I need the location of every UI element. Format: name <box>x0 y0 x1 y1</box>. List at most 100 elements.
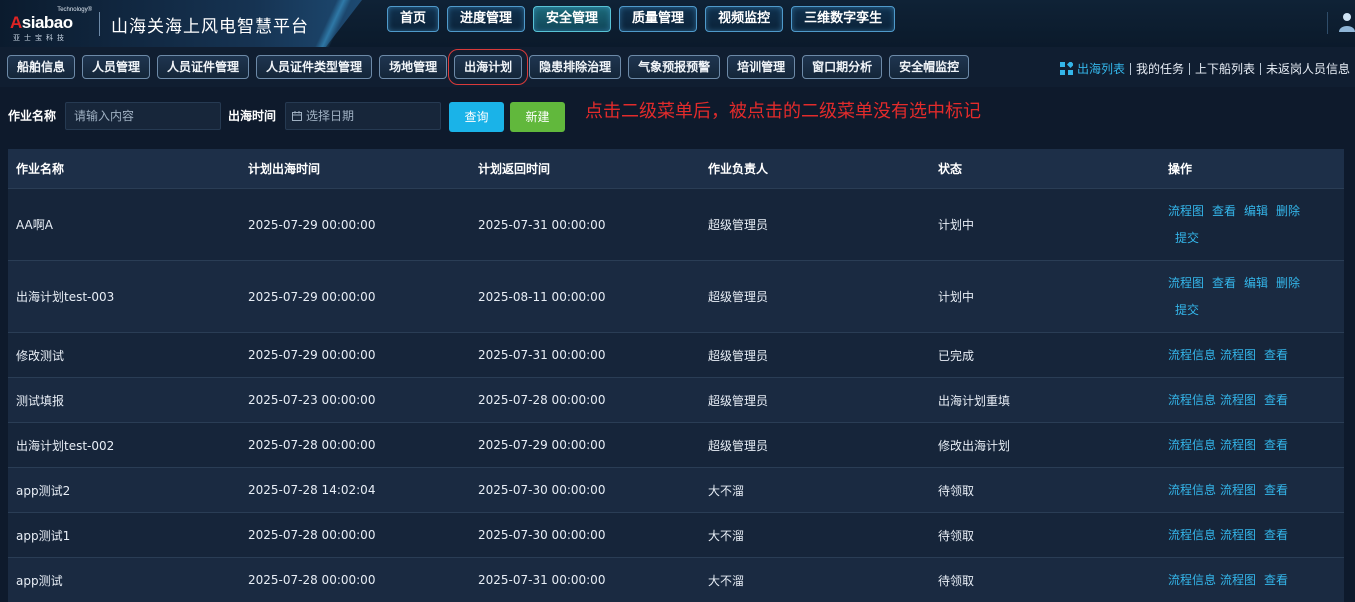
cell-owner: 超级管理员 <box>708 218 769 232</box>
action-link[interactable]: 查看 <box>1264 567 1288 594</box>
cell-owner: 超级管理员 <box>708 393 769 408</box>
action-links: 流程信息 流程图 查看 <box>1168 342 1344 369</box>
action-link[interactable]: 查看 <box>1264 387 1288 414</box>
calendar-icon <box>292 104 302 130</box>
sub-nav-personnel[interactable]: 人员管理 <box>82 55 151 79</box>
action-link[interactable]: 查看 <box>1212 270 1236 297</box>
action-link[interactable]: 编辑 <box>1244 198 1268 225</box>
quick-link-boarding-list[interactable]: 上下船列表 <box>1190 60 1260 77</box>
action-links: 流程信息 流程图 查看 <box>1168 567 1344 594</box>
table-row: app测试2 2025-07-28 14:02:04 2025-07-30 00:0… <box>8 467 1344 512</box>
sub-nav-ship-info[interactable]: 船舶信息 <box>7 55 76 79</box>
cell-back: 2025-07-30 00:00:00 <box>478 528 606 542</box>
column-header: 计划返回时间 <box>478 162 551 176</box>
sub-nav-hazards[interactable]: 隐患排除治理 <box>529 55 622 79</box>
action-links: 流程信息 流程图 查看 <box>1168 522 1344 549</box>
action-link[interactable]: 流程图 <box>1220 477 1256 504</box>
user-icon[interactable] <box>1336 11 1355 33</box>
quick-link-my-tasks[interactable]: 我的任务 <box>1131 60 1189 77</box>
action-link[interactable]: 流程图 <box>1168 270 1204 297</box>
action-link[interactable]: 查看 <box>1264 477 1288 504</box>
main-nav-quality[interactable]: 质量管理 <box>619 6 698 32</box>
cell-out: 2025-07-29 00:00:00 <box>248 348 376 362</box>
cell-owner: 大不溜 <box>708 573 745 588</box>
action-link[interactable]: 查看 <box>1264 522 1288 549</box>
action-link[interactable]: 流程图 <box>1168 198 1204 225</box>
add-button[interactable]: 新建 <box>510 102 565 132</box>
action-link[interactable]: 流程信息 <box>1168 342 1216 369</box>
sub-nav-weather[interactable]: 气象预报预警 <box>628 55 721 79</box>
logo: Technology® Asiabao 亚士宝科技 <box>10 7 94 42</box>
action-link[interactable]: 流程信息 <box>1168 567 1216 594</box>
action-link[interactable]: 提交 <box>1175 225 1199 252</box>
sea-plan-table: 作业名称 计划出海时间 计划返回时间 作业负责人 状态 操作 AA啊A 2025-… <box>8 149 1344 602</box>
column-header: 作业负责人 <box>708 162 769 176</box>
action-link[interactable]: 查看 <box>1264 342 1288 369</box>
cell-out: 2025-07-29 00:00:00 <box>248 289 376 304</box>
cell-out: 2025-07-28 14:02:04 <box>248 483 376 497</box>
cell-back: 2025-07-31 00:00:00 <box>478 217 606 232</box>
quick-link-unreturned[interactable]: 未返岗人员信息 <box>1261 60 1355 77</box>
action-link[interactable]: 删除 <box>1276 198 1300 225</box>
table-row: 出海计划test-002 2025-07-28 00:00:00 2025-07-2… <box>8 422 1344 467</box>
main-nav-safety[interactable]: 安全管理 <box>533 6 612 32</box>
brand-divider <box>99 12 100 36</box>
sub-nav-training[interactable]: 培训管理 <box>727 55 796 79</box>
cell-back: 2025-08-11 00:00:00 <box>478 289 606 304</box>
job-name-input[interactable]: 请输入内容 <box>65 102 221 130</box>
action-link[interactable]: 查看 <box>1212 198 1236 225</box>
action-link[interactable]: 流程信息 <box>1168 522 1216 549</box>
cell-owner: 大不溜 <box>708 483 745 498</box>
quick-link-sea-list[interactable]: 出海列表 <box>1073 60 1130 77</box>
cell-actions: 流程信息 流程图 查看 <box>1160 522 1344 549</box>
cell-name: app测试1 <box>16 528 71 543</box>
action-link[interactable]: 查看 <box>1264 432 1288 459</box>
sub-nav-window-analysis[interactable]: 窗口期分析 <box>802 55 883 79</box>
action-link[interactable]: 流程图 <box>1220 342 1256 369</box>
sub-nav-certificates[interactable]: 人员证件管理 <box>157 55 250 79</box>
sub-nav-certificate-types[interactable]: 人员证件类型管理 <box>256 55 373 79</box>
sub-nav-sites[interactable]: 场地管理 <box>379 55 448 79</box>
main-nav-home[interactable]: 首页 <box>387 6 440 32</box>
table-row: app测试1 2025-07-28 00:00:00 2025-07-30 00:0… <box>8 512 1344 557</box>
action-link[interactable]: 流程信息 <box>1168 432 1216 459</box>
cell-owner: 超级管理员 <box>708 290 769 304</box>
sub-nav-helmet-monitor[interactable]: 安全帽监控 <box>889 55 970 79</box>
cell-name: 出海计划test-003 <box>16 290 115 304</box>
cell-name: 出海计划test-002 <box>16 438 115 453</box>
table-row: 修改测试 2025-07-29 00:00:00 2025-07-31 00:00:… <box>8 332 1344 377</box>
table-row: AA啊A 2025-07-29 00:00:00 2025-07-31 00:00:… <box>8 188 1344 260</box>
action-link[interactable]: 提交 <box>1175 297 1199 324</box>
quick-links: 出海列表 我的任务 上下船列表 未返岗人员信息 <box>1059 60 1355 77</box>
sea-time-label: 出海时间 <box>228 109 277 123</box>
cell-status: 待领取 <box>938 483 975 498</box>
action-link[interactable]: 流程信息 <box>1168 387 1216 414</box>
logo-mark: Asiabao <box>10 13 73 32</box>
action-link[interactable]: 流程信息 <box>1168 477 1216 504</box>
action-link[interactable]: 流程图 <box>1220 387 1256 414</box>
main-nav-digital-twin[interactable]: 三维数字孪生 <box>791 6 896 32</box>
main-nav-progress[interactable]: 进度管理 <box>447 6 526 32</box>
action-link[interactable]: 编辑 <box>1244 270 1268 297</box>
action-link[interactable]: 流程图 <box>1220 567 1256 594</box>
app-title: 山海关海上风电智慧平台 <box>111 17 309 37</box>
cell-out: 2025-07-28 00:00:00 <box>248 573 376 587</box>
action-link[interactable]: 流程图 <box>1220 522 1256 549</box>
cell-status: 待领取 <box>938 528 975 543</box>
filter-bar: 作业名称 请输入内容 出海时间 选择日期 查询 新建 点击二级菜单后，被点击的二… <box>0 94 1355 138</box>
query-button[interactable]: 查询 <box>449 102 504 132</box>
cell-out: 2025-07-23 00:00:00 <box>248 393 376 407</box>
sub-nav-sea-plan[interactable]: 出海计划 <box>448 49 529 85</box>
main-nav-video[interactable]: 视频监控 <box>705 6 784 32</box>
sub-menu-bar: 船舶信息 人员管理 人员证件管理 人员证件类型管理 场地管理 出海计划 隐患排除… <box>0 47 1355 87</box>
cell-back: 2025-07-31 00:00:00 <box>478 348 606 362</box>
cell-owner: 超级管理员 <box>708 438 769 453</box>
annotation-text: 点击二级菜单后，被点击的二级菜单没有选中标记 <box>585 101 981 122</box>
date-picker[interactable]: 选择日期 <box>285 102 441 130</box>
logo-subtitle: 亚士宝科技 <box>13 34 68 42</box>
cell-actions: 流程图 查看 编辑 删除提交 <box>1160 270 1344 324</box>
cell-status: 已完成 <box>938 348 975 363</box>
action-link[interactable]: 删除 <box>1276 270 1300 297</box>
action-link[interactable]: 流程图 <box>1220 432 1256 459</box>
cell-back: 2025-07-28 00:00:00 <box>478 393 606 407</box>
